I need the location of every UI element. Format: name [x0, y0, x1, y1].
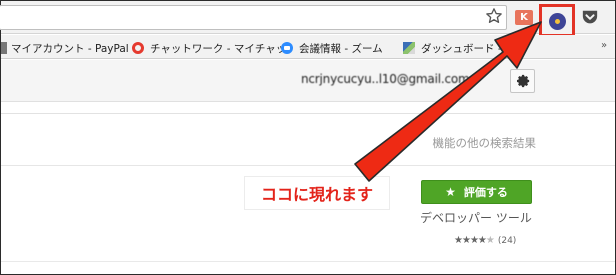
star-half-icon: ★	[477, 235, 487, 246]
pocket-icon[interactable]	[581, 9, 599, 26]
more-search-results-link[interactable]: 機能の他の検索結果	[354, 135, 537, 151]
star-icon: ★	[445, 185, 456, 199]
highlighted-extension-box	[539, 4, 575, 37]
rating-count: (24)	[497, 235, 517, 246]
category-label: デベロッパー ツール	[420, 211, 532, 225]
bookmark-label: マイアカウント - PayPal	[11, 42, 129, 55]
account-email[interactable]: ncrjnycucyu..l10@gmail.com	[301, 72, 470, 86]
star-full-icon: ★	[469, 235, 479, 246]
rate-button-label: 評価する	[463, 186, 508, 199]
bookmarks-overflow-icon[interactable]: »	[601, 40, 607, 51]
extension-k-icon[interactable]: K	[515, 10, 533, 25]
bookmark-dashboard[interactable]: ダッシュボード -	[403, 40, 502, 56]
divider	[1, 165, 615, 166]
bookmark-label: チャットワーク - マイチャッ	[150, 42, 287, 55]
address-bar[interactable]	[0, 5, 507, 30]
browser-toolbar: K	[0, 1, 615, 37]
star-full-icon: ★	[454, 235, 463, 246]
bookmark-star-icon[interactable]	[485, 7, 503, 25]
bookmark-zoom[interactable]: 会議情報 - ズーム	[281, 40, 383, 56]
bookmark-label: 会議情報 - ズーム	[299, 42, 383, 55]
rate-button[interactable]: ★ 評価する	[421, 180, 532, 204]
bookmarks-bar: マイアカウント - PayPal チャットワーク - マイチャッ 会議情報 - …	[1, 35, 615, 59]
divider	[1, 113, 615, 114]
store-header: ncrjnycucyu..l10@gmail.com	[1, 60, 615, 102]
dashboard-icon	[403, 42, 415, 54]
star-empty-icon: ★	[485, 235, 495, 246]
chatwork-icon	[132, 42, 144, 54]
rating: ★★★★★ (24)	[454, 235, 516, 246]
settings-button[interactable]	[510, 69, 535, 93]
annotation-callout: ココに現れます	[244, 176, 390, 210]
bookmark-label: ダッシュボード -	[421, 42, 502, 55]
zoom-icon	[281, 42, 293, 54]
rating-stars: ★★★★★	[454, 235, 495, 246]
paypal-icon	[1, 42, 7, 54]
bookmark-paypal[interactable]: マイアカウント - PayPal	[1, 40, 129, 56]
bookmark-chatwork[interactable]: チャットワーク - マイチャッ	[132, 40, 286, 56]
star-full-icon: ★	[461, 235, 471, 246]
extension-icon[interactable]	[549, 13, 566, 30]
gear-icon	[516, 74, 529, 88]
divider	[1, 261, 615, 262]
